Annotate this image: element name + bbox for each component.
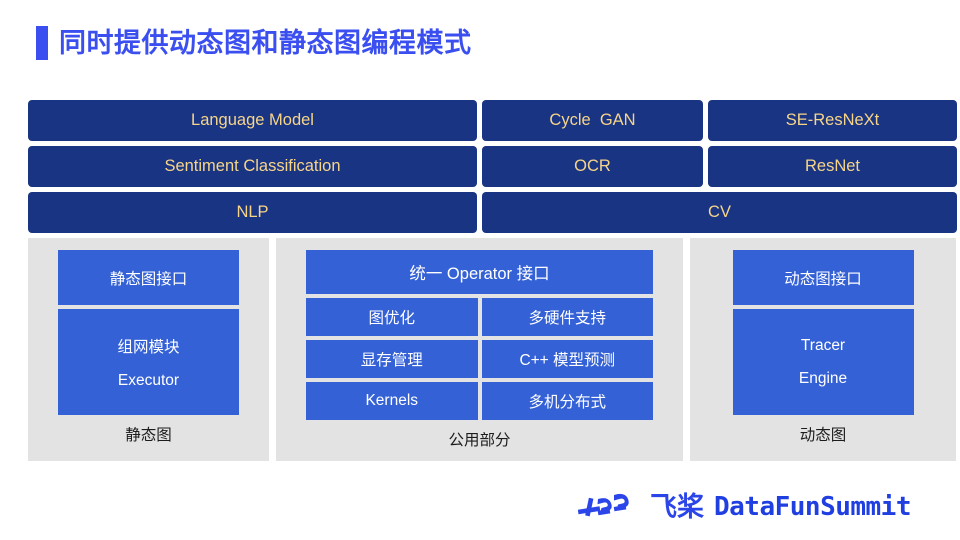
box-graph-optimization[interactable]: 图优化 <box>306 298 478 336</box>
panel-common: 统一 Operator 接口 图优化 多硬件支持 显存管理 C++ 模型预测 K… <box>276 238 683 461</box>
page-title-text: 同时提供动态图和静态图编程模式 <box>59 27 472 58</box>
box-memory-management[interactable]: 显存管理 <box>306 340 478 378</box>
box-static-graph-core[interactable]: 组网模块 Executor <box>58 309 239 415</box>
architecture-panels: 静态图接口 组网模块 Executor 静态图 统一 Operator 接口 图… <box>28 238 956 461</box>
common-grid-row: 显存管理 C++ 模型预测 <box>306 340 653 378</box>
brand-name-datafunsummit: DataFunSummit <box>714 492 912 522</box>
model-box-resnet[interactable]: ResNet <box>708 146 957 187</box>
panel-dynamic-graph-caption: 动态图 <box>799 427 847 444</box>
brand-name-cn: 飞桨 <box>650 491 704 522</box>
common-grid-row: Kernels 多机分布式 <box>306 382 653 420</box>
box-dynamic-graph-core[interactable]: Tracer Engine <box>732 309 914 415</box>
box-dynamic-graph-core-line1: Tracer <box>800 336 846 354</box>
model-stack: Language Model Cycle GAN SE-ResNeXt Sent… <box>28 100 957 233</box>
domain-box-nlp[interactable]: NLP <box>28 192 477 233</box>
box-multi-hardware-support[interactable]: 多硬件支持 <box>481 298 653 336</box>
panel-common-caption: 公用部分 <box>448 432 511 449</box>
panel-static-graph: 静态图接口 组网模块 Executor 静态图 <box>28 238 269 461</box>
model-box-ocr[interactable]: OCR <box>482 146 703 187</box>
model-stack-row: Sentiment Classification OCR ResNet <box>28 146 957 187</box>
panel-dynamic-graph: 动态图接口 Tracer Engine 动态图 <box>690 238 956 461</box>
box-multi-node-distributed[interactable]: 多机分布式 <box>481 382 653 420</box>
footer-logo: 飞桨 DataFunSummit <box>578 491 912 522</box>
model-box-se-resnext[interactable]: SE-ResNeXt <box>708 100 957 141</box>
model-stack-row: NLP CV <box>28 192 957 233</box>
box-static-graph-core-line2: Executor <box>117 371 180 389</box>
panel-static-graph-caption: 静态图 <box>125 427 172 444</box>
model-box-cycle-gan[interactable]: Cycle GAN <box>482 100 703 141</box>
common-grid-row: 图优化 多硬件支持 <box>306 298 653 336</box>
title-accent-bar <box>36 26 48 60</box>
domain-box-cv[interactable]: CV <box>482 192 957 233</box>
box-cpp-inference[interactable]: C++ 模型预测 <box>481 340 653 378</box>
panel-dynamic-graph-body: 动态图接口 Tracer Engine <box>732 250 914 415</box>
model-box-language-model[interactable]: Language Model <box>28 100 477 141</box>
panel-common-body: 统一 Operator 接口 图优化 多硬件支持 显存管理 C++ 模型预测 K… <box>306 250 653 420</box>
page-title: 同时提供动态图和静态图编程模式 <box>36 26 472 60</box>
model-stack-row: Language Model Cycle GAN SE-ResNeXt <box>28 100 957 141</box>
paddlepaddle-logo-icon <box>578 493 629 517</box>
box-unified-operator-interface[interactable]: 统一 Operator 接口 <box>306 250 653 294</box>
box-dynamic-graph-interface[interactable]: 动态图接口 <box>732 250 914 305</box>
box-dynamic-graph-core-line2: Engine <box>798 369 848 387</box>
box-kernels[interactable]: Kernels <box>306 382 478 420</box>
model-box-sentiment-classification[interactable]: Sentiment Classification <box>28 146 477 187</box>
box-static-graph-interface[interactable]: 静态图接口 <box>58 250 239 305</box>
box-static-graph-core-line1: 组网模块 <box>117 338 180 356</box>
panel-static-graph-body: 静态图接口 组网模块 Executor <box>58 250 239 415</box>
